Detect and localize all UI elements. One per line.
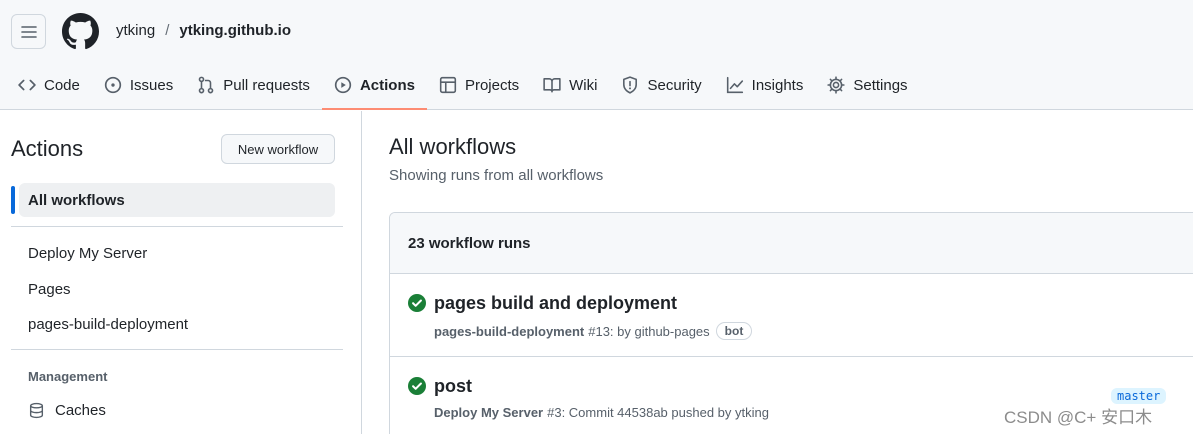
- table-icon: [439, 76, 457, 94]
- active-item-indicator: [11, 186, 15, 214]
- tab-issues-label: Issues: [129, 76, 174, 94]
- tab-pull-requests-label: Pull requests: [223, 76, 310, 94]
- management-heading: Management: [28, 369, 108, 384]
- run-detail: #13: by github-pages: [588, 323, 710, 339]
- tab-projects-label: Projects: [464, 76, 520, 94]
- page-title: All workflows: [389, 134, 517, 159]
- tab-settings-label: Settings: [853, 76, 908, 94]
- pull-request-icon: [198, 76, 214, 94]
- tab-security-label: Security: [647, 76, 702, 94]
- shield-icon: [623, 76, 638, 94]
- hamburger-icon: [20, 25, 37, 38]
- tab-issues[interactable]: Issues: [92, 66, 185, 104]
- run-workflow-name: pages-build-deployment: [434, 323, 585, 339]
- tab-code-label: Code: [44, 76, 80, 94]
- tab-settings[interactable]: Settings: [815, 66, 919, 104]
- tab-actions[interactable]: Actions: [321, 66, 427, 110]
- sidebar-item-all-workflows[interactable]: All workflows: [19, 183, 335, 217]
- tab-actions-label: Actions: [359, 76, 415, 94]
- repo-link[interactable]: ytking.github.io: [179, 22, 291, 39]
- tab-wiki[interactable]: Wiki: [531, 66, 609, 104]
- breadcrumb-separator: /: [165, 22, 170, 39]
- github-logo-icon[interactable]: [62, 13, 99, 50]
- sidebar-item-caches[interactable]: Caches: [28, 402, 106, 419]
- repo-header: ytking / ytking.github.io Code Issues Pu…: [0, 0, 1193, 110]
- run-detail: #3: Commit 44538ab pushed by ytking: [547, 405, 769, 420]
- issue-icon: [104, 76, 122, 94]
- tab-security[interactable]: Security: [609, 66, 713, 104]
- run-meta: pages-build-deployment #13: by github-pa…: [434, 322, 753, 340]
- book-icon: [543, 78, 561, 93]
- graph-icon: [726, 76, 743, 94]
- branch-label[interactable]: master: [1111, 388, 1167, 404]
- sidebar-divider: [11, 349, 343, 350]
- sidebar-title: Actions: [11, 136, 84, 161]
- sidebar-item-pages-build-deployment[interactable]: pages-build-deployment: [28, 316, 188, 333]
- sidebar-item-caches-label: Caches: [55, 402, 106, 419]
- run-title[interactable]: post: [434, 376, 472, 397]
- menu-button[interactable]: [11, 14, 46, 49]
- code-icon: [18, 79, 36, 91]
- tab-code[interactable]: Code: [0, 66, 92, 104]
- tab-insights-label: Insights: [751, 76, 804, 94]
- repo-nav-tabs: Code Issues Pull requests Actions Projec…: [0, 66, 920, 110]
- workflow-run-row[interactable]: pages build and deployment pages-build-d…: [390, 274, 1193, 357]
- play-icon: [334, 76, 352, 94]
- run-title[interactable]: pages build and deployment: [434, 293, 677, 314]
- owner-link[interactable]: ytking: [116, 22, 155, 39]
- database-icon: [29, 402, 44, 419]
- page-subtitle: Showing runs from all workflows: [389, 167, 604, 184]
- sidebar-item-deploy-my-server[interactable]: Deploy My Server: [28, 245, 147, 262]
- gear-icon: [827, 76, 846, 94]
- actions-sidebar: Actions New workflow All workflows Deplo…: [0, 111, 362, 434]
- sidebar-item-pages[interactable]: Pages: [28, 281, 71, 298]
- tab-insights[interactable]: Insights: [714, 66, 816, 104]
- sidebar-divider: [11, 226, 343, 227]
- tab-pull-requests[interactable]: Pull requests: [185, 66, 322, 104]
- tab-projects[interactable]: Projects: [427, 66, 531, 104]
- watermark: CSDN @C+ 安口木: [1004, 408, 1153, 427]
- runs-count: 23 workflow runs: [390, 213, 1193, 274]
- check-circle-icon: [408, 377, 426, 395]
- tab-wiki-label: Wiki: [569, 76, 598, 94]
- run-workflow-name: Deploy My Server: [434, 405, 544, 420]
- new-workflow-button[interactable]: New workflow: [221, 134, 335, 164]
- check-circle-icon: [408, 294, 426, 312]
- workflow-runs-list: 23 workflow runs pages build and deploym…: [389, 212, 1193, 434]
- bot-badge: bot: [715, 322, 753, 340]
- run-meta: Deploy My Server #3: Commit 44538ab push…: [434, 405, 769, 420]
- breadcrumb: ytking / ytking.github.io: [116, 22, 291, 39]
